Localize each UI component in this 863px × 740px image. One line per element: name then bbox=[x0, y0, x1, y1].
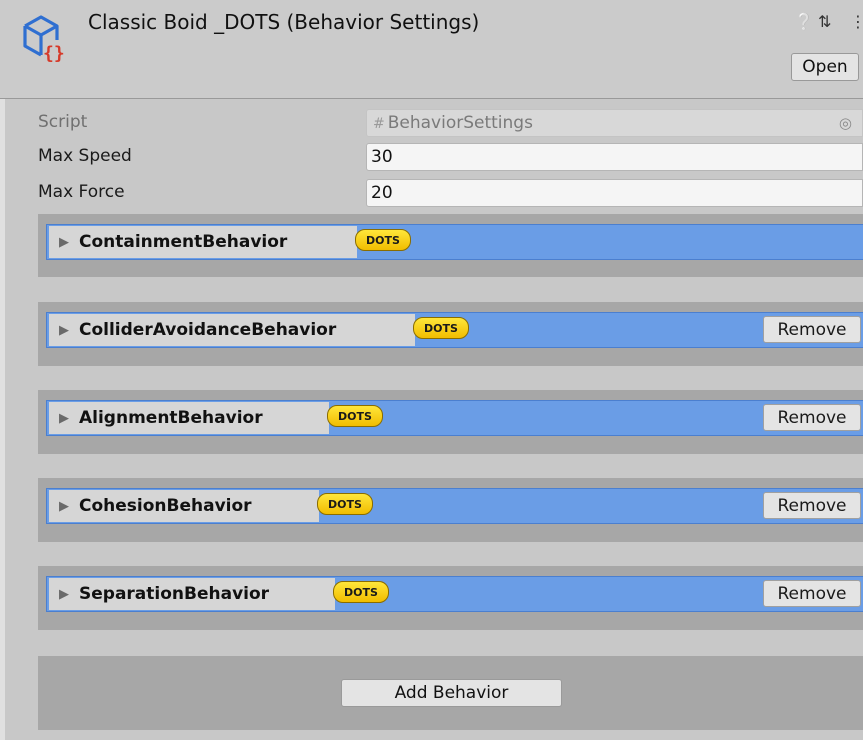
inspector-header: {} Classic Boid _DOTS (Behavior Settings… bbox=[0, 0, 863, 99]
foldout-arrow-icon[interactable]: ▶ bbox=[59, 411, 69, 426]
dots-badge: DOTS bbox=[355, 229, 411, 251]
behavior-block-cohesion: ▶ CohesionBehavior DOTS Remove bbox=[38, 478, 863, 542]
script-hash-icon: # bbox=[373, 116, 385, 132]
remove-button[interactable]: Remove bbox=[763, 404, 861, 431]
behavior-name-chip[interactable]: ▶ AlignmentBehavior bbox=[49, 402, 329, 434]
add-behavior-area: Add Behavior bbox=[38, 656, 863, 730]
script-icon: {} bbox=[23, 15, 65, 62]
behavior-name-chip[interactable]: ▶ CohesionBehavior bbox=[49, 490, 319, 522]
script-field: # BehaviorSettings ◎ bbox=[366, 109, 863, 137]
help-icon[interactable]: ❔ bbox=[794, 12, 814, 31]
max-force-row: Max Force 20 bbox=[38, 179, 863, 207]
behavior-name: ColliderAvoidanceBehavior bbox=[79, 320, 337, 340]
behavior-name: ContainmentBehavior bbox=[79, 232, 288, 252]
dots-badge: DOTS bbox=[333, 581, 389, 603]
max-speed-field[interactable]: 30 bbox=[366, 143, 863, 171]
max-force-label: Max Force bbox=[38, 182, 125, 202]
behavior-header[interactable]: ▶ SeparationBehavior DOTS Remove bbox=[46, 576, 863, 612]
dots-badge: DOTS bbox=[317, 493, 373, 515]
foldout-arrow-icon[interactable]: ▶ bbox=[59, 235, 69, 250]
max-force-field[interactable]: 20 bbox=[366, 179, 863, 207]
svg-text:{}: {} bbox=[43, 43, 65, 62]
behavior-block-containment: ▶ ContainmentBehavior DOTS bbox=[38, 214, 863, 277]
behavior-header[interactable]: ▶ ColliderAvoidanceBehavior DOTS Remove bbox=[46, 312, 863, 348]
behavior-block-alignment: ▶ AlignmentBehavior DOTS Remove bbox=[38, 390, 863, 454]
behavior-header[interactable]: ▶ CohesionBehavior DOTS Remove bbox=[46, 488, 863, 524]
behavior-name-chip[interactable]: ▶ ContainmentBehavior bbox=[49, 226, 357, 258]
remove-button[interactable]: Remove bbox=[763, 492, 861, 519]
open-button[interactable]: Open bbox=[791, 53, 859, 81]
behavior-name-chip[interactable]: ▶ SeparationBehavior bbox=[49, 578, 335, 610]
dots-badge: DOTS bbox=[413, 317, 469, 339]
presets-icon[interactable]: ⇅ bbox=[818, 12, 831, 31]
max-speed-row: Max Speed 30 bbox=[38, 143, 863, 171]
max-speed-label: Max Speed bbox=[38, 146, 132, 166]
behavior-name: AlignmentBehavior bbox=[79, 408, 263, 428]
script-label: Script bbox=[38, 112, 88, 132]
foldout-arrow-icon[interactable]: ▶ bbox=[59, 499, 69, 514]
behavior-header[interactable]: ▶ ContainmentBehavior DOTS bbox=[46, 224, 863, 260]
dots-badge: DOTS bbox=[327, 405, 383, 427]
object-picker-icon[interactable]: ◎ bbox=[839, 114, 852, 132]
script-row: Script # BehaviorSettings ◎ bbox=[38, 109, 863, 137]
foldout-arrow-icon[interactable]: ▶ bbox=[59, 587, 69, 602]
add-behavior-button[interactable]: Add Behavior bbox=[341, 679, 562, 707]
behavior-block-separation: ▶ SeparationBehavior DOTS Remove bbox=[38, 566, 863, 630]
behavior-name-chip[interactable]: ▶ ColliderAvoidanceBehavior bbox=[49, 314, 415, 346]
behavior-name: CohesionBehavior bbox=[79, 496, 252, 516]
kebab-menu-icon[interactable]: ⋮ bbox=[850, 12, 863, 31]
panel-edge bbox=[0, 99, 5, 740]
script-value: BehaviorSettings bbox=[387, 113, 533, 133]
behavior-header[interactable]: ▶ AlignmentBehavior DOTS Remove bbox=[46, 400, 863, 436]
foldout-arrow-icon[interactable]: ▶ bbox=[59, 323, 69, 338]
remove-button[interactable]: Remove bbox=[763, 316, 861, 343]
page-title: Classic Boid _DOTS (Behavior Settings) bbox=[88, 10, 480, 34]
remove-button[interactable]: Remove bbox=[763, 580, 861, 607]
behavior-name: SeparationBehavior bbox=[79, 584, 270, 604]
behavior-block-collider-avoidance: ▶ ColliderAvoidanceBehavior DOTS Remove bbox=[38, 302, 863, 366]
